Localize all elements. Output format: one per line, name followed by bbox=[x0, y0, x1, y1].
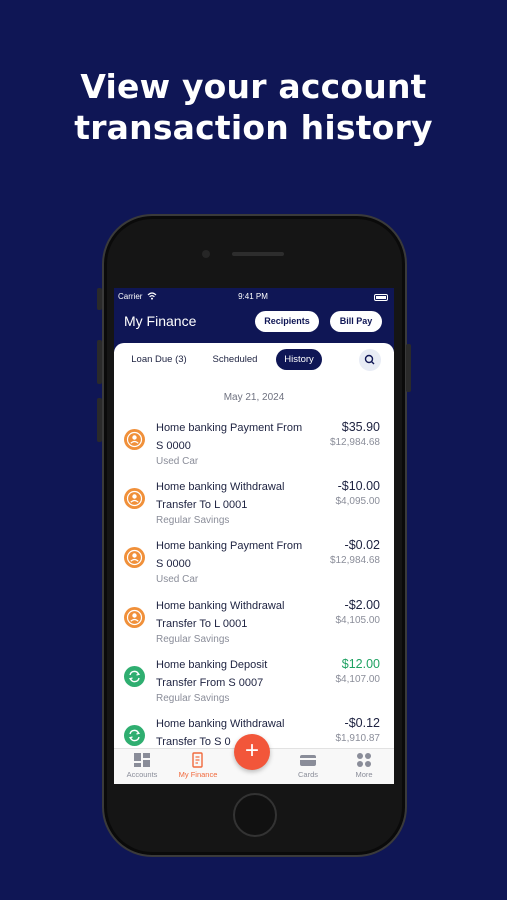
transaction-amount: $35.90 bbox=[341, 420, 380, 434]
person-icon bbox=[124, 429, 145, 450]
phone-screen: Carrier 9:41 PM My Finance Recipients Bi… bbox=[114, 288, 394, 784]
transaction-row[interactable]: Home banking Withdrawal Transfer To L 000… bbox=[114, 594, 394, 652]
transaction-account: Regular Savings bbox=[156, 693, 230, 704]
tab-bar-top: Loan Due (3) Scheduled History bbox=[114, 349, 394, 371]
transaction-title: Home banking Payment From bbox=[156, 540, 303, 552]
transfer-icon bbox=[124, 725, 145, 746]
transfer-icon bbox=[124, 666, 145, 687]
add-transaction-button[interactable]: + bbox=[234, 734, 270, 770]
transaction-row[interactable]: Home banking Payment From S 0000 Used Car $… bbox=[114, 416, 394, 474]
transaction-amount: -$10.00 bbox=[337, 479, 380, 493]
home-button[interactable] bbox=[233, 793, 277, 837]
transaction-description: Home banking Payment From S 0000 bbox=[156, 419, 321, 455]
date-group-header: May 21, 2024 bbox=[223, 392, 285, 403]
transaction-detail: Transfer To L 0001 bbox=[156, 499, 248, 511]
transaction-detail: Transfer To L 0001 bbox=[156, 618, 248, 630]
transaction-account: Used Car bbox=[156, 574, 199, 585]
transaction-account: Regular Savings bbox=[156, 634, 230, 645]
transaction-balance: $12,984.68 bbox=[329, 437, 380, 448]
nav-more[interactable]: More bbox=[336, 752, 392, 779]
transaction-description: Home banking Deposit Transfer From S 0007 bbox=[156, 656, 321, 692]
search-icon bbox=[364, 354, 375, 365]
nav-accounts[interactable]: Accounts bbox=[114, 752, 170, 779]
nav-more-label: More bbox=[355, 770, 373, 779]
nav-my-finance[interactable]: My Finance bbox=[170, 752, 226, 779]
transaction-detail: Transfer From S 0007 bbox=[156, 677, 264, 689]
transaction-amount: $12.00 bbox=[341, 657, 380, 671]
transaction-row[interactable]: Home banking Payment From S 0000 Used Car -… bbox=[114, 534, 394, 592]
transaction-title: Home banking Deposit bbox=[156, 659, 268, 671]
headline-line-1: View your account bbox=[80, 67, 427, 106]
page-title: My Finance bbox=[124, 313, 197, 329]
tab-scheduled[interactable]: Scheduled bbox=[204, 349, 266, 370]
transaction-balance: $4,105.00 bbox=[335, 615, 381, 626]
card-icon bbox=[300, 755, 316, 766]
status-bar: Carrier 9:41 PM bbox=[118, 292, 388, 304]
transaction-balance: $4,107.00 bbox=[335, 674, 381, 685]
person-icon bbox=[124, 547, 145, 568]
history-panel: Loan Due (3) Scheduled History May 21, 2… bbox=[114, 343, 394, 748]
mute-switch bbox=[97, 288, 102, 310]
transaction-detail: S 0000 bbox=[156, 440, 191, 452]
nav-cards-label: Cards bbox=[297, 770, 318, 779]
transaction-account: Regular Savings bbox=[156, 515, 230, 526]
battery-icon bbox=[374, 294, 388, 301]
transaction-description: Home banking Payment From S 0000 bbox=[156, 537, 321, 573]
headline-line-2: transaction history bbox=[74, 108, 433, 147]
transaction-amount: -$0.02 bbox=[344, 538, 380, 552]
transaction-description: Home banking Withdrawal Transfer To L 000… bbox=[156, 478, 321, 514]
nav-my-finance-label: My Finance bbox=[178, 770, 218, 779]
more-icon bbox=[357, 753, 371, 767]
volume-down-button bbox=[97, 398, 102, 442]
tab-loan-due[interactable]: Loan Due (3) bbox=[124, 349, 194, 370]
transaction-title: Home banking Withdrawal bbox=[156, 718, 285, 730]
accounts-icon bbox=[134, 753, 150, 767]
transaction-balance: $12,984.68 bbox=[329, 555, 380, 566]
transaction-detail: S 0000 bbox=[156, 558, 191, 570]
person-icon bbox=[124, 488, 145, 509]
power-button bbox=[406, 344, 411, 392]
nav-cards[interactable]: Cards bbox=[280, 752, 336, 779]
headline: View your account transaction history bbox=[0, 66, 507, 148]
transaction-balance: $4,095.00 bbox=[335, 496, 381, 507]
transaction-title: Home banking Payment From bbox=[156, 422, 303, 434]
transaction-account: Used Car bbox=[156, 456, 199, 467]
transaction-balance: $1,910.87 bbox=[335, 733, 381, 744]
tab-history[interactable]: History bbox=[276, 349, 322, 370]
transaction-title: Home banking Withdrawal bbox=[156, 600, 285, 612]
volume-up-button bbox=[97, 340, 102, 384]
transaction-amount: -$2.00 bbox=[344, 598, 380, 612]
transaction-amount: -$0.12 bbox=[344, 716, 380, 730]
transaction-row[interactable]: Home banking Deposit Transfer From S 0007… bbox=[114, 653, 394, 711]
camera-icon bbox=[202, 250, 210, 258]
recipients-button[interactable]: Recipients bbox=[255, 311, 319, 332]
finance-icon bbox=[192, 752, 203, 768]
bill-pay-button[interactable]: Bill Pay bbox=[330, 311, 382, 332]
nav-accounts-label: Accounts bbox=[126, 770, 158, 779]
transaction-description: Home banking Withdrawal Transfer To L 000… bbox=[156, 597, 321, 633]
status-time: 9:41 PM bbox=[238, 292, 268, 301]
search-button[interactable] bbox=[359, 349, 381, 371]
speaker-grille bbox=[232, 252, 284, 256]
transaction-row[interactable]: Home banking Withdrawal Transfer To L 000… bbox=[114, 475, 394, 533]
person-icon bbox=[124, 607, 145, 628]
transaction-title: Home banking Withdrawal bbox=[156, 481, 285, 493]
